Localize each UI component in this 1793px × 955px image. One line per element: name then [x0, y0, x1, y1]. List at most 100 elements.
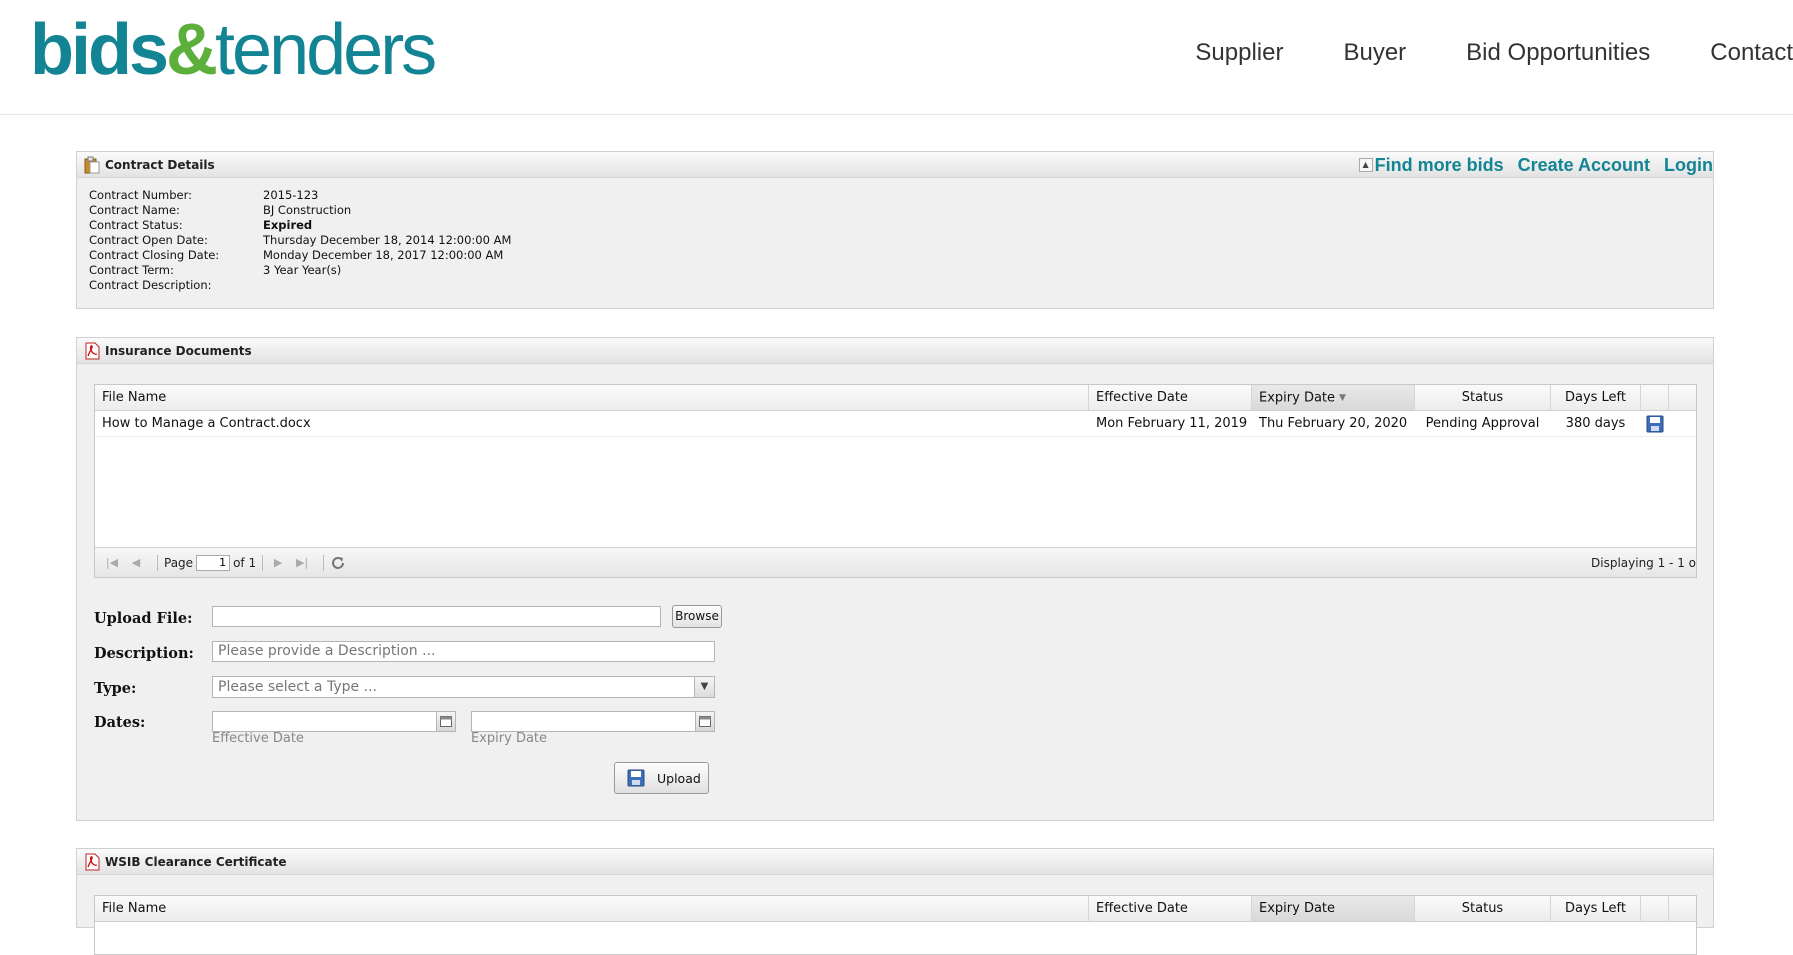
nav-contact[interactable]: Contact: [1710, 36, 1793, 70]
grid-header-row: File Name Effective Date Expiry Date ▼ St…: [95, 385, 1696, 411]
expiry-date-input[interactable]: [471, 711, 696, 732]
wsib-clearance-header: WSIB Clearance Certificate: [77, 849, 1713, 875]
browse-button[interactable]: Browse: [672, 605, 722, 628]
cell-days-left: 380 days: [1565, 416, 1626, 431]
contract-status-value: Expired: [263, 218, 313, 232]
save-icon[interactable]: [1646, 415, 1664, 433]
insurance-documents-header: Insurance Documents: [77, 338, 1713, 364]
nav-buyer[interactable]: Buyer: [1343, 36, 1406, 70]
next-page-icon[interactable]: ▶: [269, 554, 287, 572]
pdf-icon: [85, 853, 100, 871]
description-label: Description:: [94, 645, 194, 662]
toolbar-separator: [157, 554, 158, 571]
column-header-days-left[interactable]: Days Left: [1551, 896, 1641, 921]
calendar-glyph: [699, 716, 711, 727]
column-header-effective-date[interactable]: Effective Date: [1089, 385, 1252, 410]
previous-page-icon[interactable]: ◀: [127, 554, 145, 572]
page-label: Page: [164, 555, 194, 570]
column-header-status[interactable]: Status: [1415, 896, 1551, 921]
type-label: Type:: [94, 680, 137, 697]
detail-label: Contract Term:: [89, 263, 174, 277]
description-input[interactable]: Please provide a Description ...: [212, 641, 715, 662]
detail-row: Contract Name: BJ Construction: [89, 203, 1701, 218]
column-header-status[interactable]: Status: [1415, 385, 1551, 410]
column-header-days-left[interactable]: Days Left: [1551, 385, 1641, 410]
column-header-actions: [1641, 385, 1669, 410]
detail-value: 3 Year Year(s): [263, 263, 342, 277]
insurance-documents-grid: File Name Effective Date Expiry Date ▼ St…: [94, 384, 1697, 578]
last-page-icon[interactable]: ▶|: [293, 554, 311, 572]
login-link[interactable]: Login: [1664, 152, 1713, 178]
first-page-icon[interactable]: |◀: [103, 554, 121, 572]
toolbar-separator: [323, 554, 325, 571]
clipboard-icon: [84, 156, 100, 174]
upload-file-label: Upload File:: [94, 610, 193, 627]
type-select-value: Please select a Type ...: [218, 679, 377, 695]
column-header-file-name[interactable]: File Name: [95, 385, 1089, 410]
page-number-input[interactable]: [196, 554, 231, 571]
table-row[interactable]: How to Manage a Contract.docx Mon Februa…: [95, 411, 1696, 437]
bids-and-tenders-logo[interactable]: bids&tenders: [30, 10, 437, 90]
contract-details-list: Contract Number: 2015-123 Contract Name:…: [77, 178, 1713, 301]
detail-label: Contract Name:: [89, 203, 180, 217]
cell-effective-date: Mon February 11, 2019: [1096, 416, 1248, 431]
refresh-icon[interactable]: [330, 555, 346, 571]
pdf-icon: [85, 342, 100, 360]
column-header-spacer: [1669, 896, 1696, 921]
grid-empty-area: [95, 437, 1696, 547]
type-select[interactable]: Please select a Type ... ▼: [212, 676, 715, 698]
detail-label: Contract Closing Date:: [89, 248, 220, 262]
column-header-expiry-date[interactable]: Expiry Date: [1252, 896, 1415, 921]
detail-row: Contract Closing Date: Monday December 1…: [89, 248, 1701, 263]
upload-file-input[interactable]: [212, 606, 661, 627]
column-header-file-name[interactable]: File Name: [95, 896, 1089, 921]
detail-row: Contract Open Date: Thursday December 18…: [89, 233, 1701, 248]
column-header-actions: [1641, 896, 1669, 921]
detail-label: Contract Open Date:: [89, 233, 208, 247]
cell-file-name[interactable]: How to Manage a Contract.docx: [95, 411, 1089, 436]
column-header-expiry-date[interactable]: Expiry Date ▼: [1252, 385, 1415, 410]
calendar-icon[interactable]: [695, 711, 715, 732]
column-header-effective-date[interactable]: Effective Date: [1089, 896, 1252, 921]
save-icon: [627, 769, 645, 787]
detail-value: Thursday December 18, 2014 12:00:00 AM: [263, 233, 512, 247]
displaying-count: Displaying 1 - 1 o: [1591, 556, 1696, 570]
effective-date-input[interactable]: [212, 711, 437, 732]
wsib-documents-grid: File Name Effective Date Expiry Date Sta…: [94, 895, 1697, 955]
detail-value: Monday December 18, 2017 12:00:00 AM: [263, 248, 504, 262]
detail-row: Contract Status: Expired: [89, 218, 1701, 233]
collapse-toggle-icon[interactable]: ▲: [1358, 158, 1373, 172]
column-header-spacer: [1669, 385, 1696, 410]
calendar-icon[interactable]: [436, 711, 456, 732]
grid-paging-toolbar: |◀ ◀ Page of 1 ▶ ▶| Displaying 1 - 1 o: [95, 547, 1696, 577]
detail-row: Contract Number: 2015-123: [89, 188, 1701, 203]
dates-label: Dates:: [94, 714, 146, 731]
find-more-bids-link[interactable]: Find more bids: [1375, 152, 1504, 178]
panel-title: WSIB Clearance Certificate: [105, 855, 287, 869]
detail-label: Contract Number:: [89, 188, 192, 202]
detail-value: BJ Construction: [263, 203, 352, 217]
contract-details-panel: Contract Details ▲ Find more bids Create…: [76, 151, 1714, 309]
nav-supplier[interactable]: Supplier: [1195, 36, 1283, 70]
cell-actions: [1641, 411, 1669, 436]
page-count-label: of 1: [233, 555, 257, 570]
detail-row: Contract Term: 3 Year Year(s): [89, 263, 1701, 278]
chevron-down-icon[interactable]: ▼: [694, 677, 714, 697]
main-nav: Supplier Buyer Bid Opportunities Contact: [1195, 36, 1793, 70]
wsib-clearance-panel: WSIB Clearance Certificate File Name Eff…: [76, 848, 1714, 955]
sort-descending-icon: ▼: [1339, 393, 1346, 403]
create-account-link[interactable]: Create Account: [1518, 152, 1650, 178]
site-header: bids&tenders Supplier Buyer Bid Opportun…: [0, 0, 1793, 115]
nav-bid-opportunities[interactable]: Bid Opportunities: [1466, 36, 1650, 70]
logo-part-tenders: tenders: [215, 10, 437, 90]
insurance-documents-panel: Insurance Documents File Name Effective …: [76, 337, 1714, 821]
expiry-date-caption: Expiry Date: [471, 731, 548, 746]
logo-part-bids: bids: [30, 10, 169, 90]
cell-expiry-date: Thu February 20, 2020: [1259, 416, 1408, 431]
upload-button[interactable]: Upload: [614, 762, 709, 794]
upload-button-label: Upload: [657, 770, 701, 786]
detail-label: Contract Description:: [89, 278, 212, 292]
contract-details-header: Contract Details ▲ Find more bids Create…: [77, 152, 1713, 178]
panel-title: Contract Details: [105, 158, 215, 172]
calendar-glyph: [440, 716, 452, 727]
